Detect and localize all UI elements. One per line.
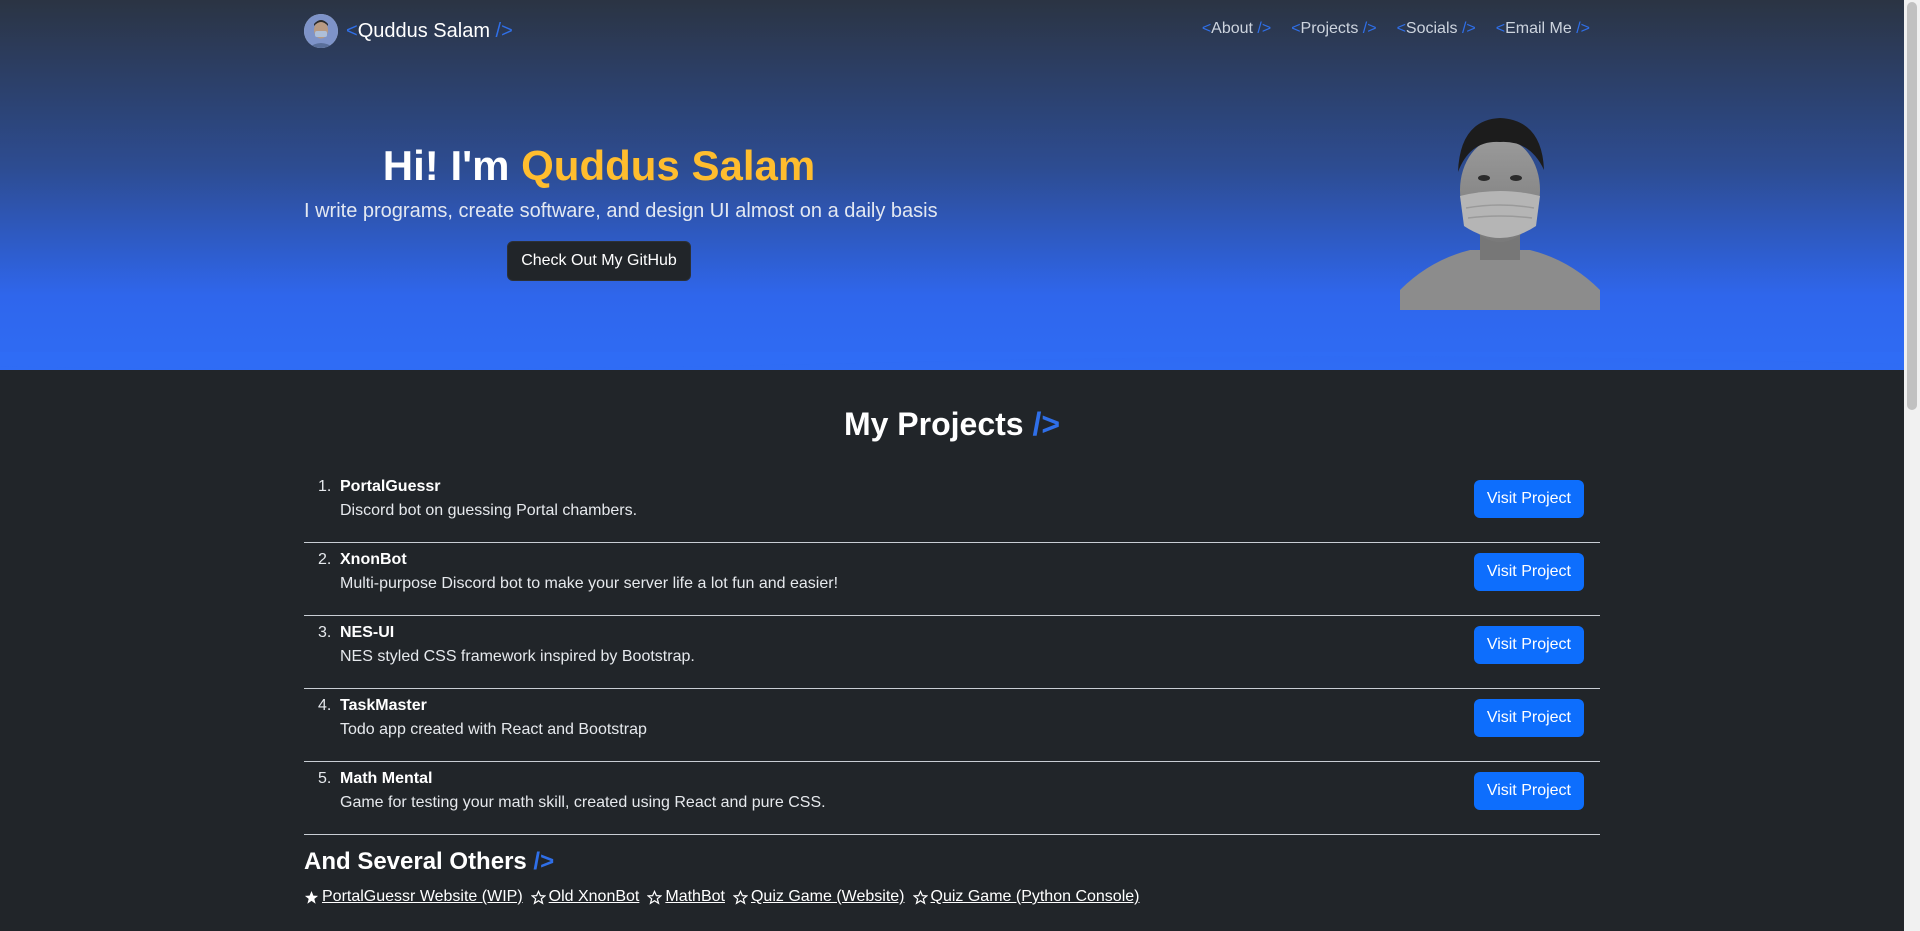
project-row: 1. PortalGuessr Discord bot on guessing … (304, 470, 1600, 543)
profile-photo (1400, 118, 1600, 310)
nav-links: <About /> <Projects /> <Socials /> <Emai… (1182, 20, 1590, 38)
star-outline-icon (530, 889, 546, 905)
hero-wave-divider (0, 352, 1904, 370)
project-number: 5. (318, 770, 332, 787)
visit-project-button[interactable]: Visit Project (1473, 699, 1584, 737)
brand-open-bracket: < (346, 19, 358, 42)
github-button[interactable]: Check Out My GitHub (507, 241, 691, 281)
project-number: 3. (318, 624, 332, 641)
hero-name: Quddus Salam (521, 142, 816, 189)
other-link-mathbot[interactable]: MathBot (647, 888, 725, 906)
hero-title: Hi! I'm Quddus Salam (382, 142, 816, 189)
project-description: NES styled CSS framework inspired by Boo… (340, 648, 695, 665)
brand-name: Quddus Salam (357, 19, 490, 42)
project-row: 5. Math Mental Game for testing your mat… (304, 762, 1600, 835)
hero-intro: Hi! I'm Quddus Salam I write programs, c… (304, 138, 938, 281)
others-links: PortalGuessr Website (WIP) Old XnonBot M… (304, 888, 1147, 906)
project-row: 3. NES-UI NES styled CSS framework inspi… (304, 616, 1600, 689)
project-name: Math Mental (340, 770, 433, 787)
scrollbar-thumb[interactable] (1907, 2, 1917, 410)
visit-project-button[interactable]: Visit Project (1473, 480, 1584, 518)
nav-link-projects[interactable]: <Projects /> (1291, 20, 1376, 38)
projects-list: 1. PortalGuessr Discord bot on guessing … (304, 470, 1600, 835)
star-outline-icon (647, 889, 663, 905)
nav-link-about[interactable]: <About /> (1202, 20, 1271, 38)
project-number: 1. (318, 478, 332, 495)
other-link-portalguessr-website[interactable]: PortalGuessr Website (WIP) (304, 888, 523, 906)
visit-project-button[interactable]: Visit Project (1473, 626, 1584, 664)
project-name: PortalGuessr (340, 478, 441, 495)
project-number: 4. (318, 697, 332, 714)
project-name: TaskMaster (340, 697, 427, 714)
star-filled-icon (304, 890, 319, 904)
project-row: 2. XnonBot Multi-purpose Discord bot to … (304, 543, 1600, 616)
project-description: Todo app created with React and Bootstra… (340, 721, 647, 738)
brand-text: <Quddus Salam /> (346, 20, 513, 43)
brand-close-bracket: /> (495, 19, 513, 42)
project-number: 2. (318, 551, 332, 568)
nav-link-socials[interactable]: <Socials /> (1397, 20, 1476, 38)
project-name: NES-UI (340, 624, 395, 641)
projects-title: My Projects /> (843, 406, 1061, 442)
project-name: XnonBot (340, 551, 407, 568)
hero-subtitle: I write programs, create software, and d… (304, 200, 938, 222)
other-link-old-xnonbot[interactable]: Old XnonBot (530, 888, 639, 906)
star-outline-icon (732, 889, 748, 905)
hero-section: <Quddus Salam /> <About /> <Projects /> … (0, 0, 1904, 370)
visit-project-button[interactable]: Visit Project (1473, 553, 1584, 591)
visit-project-button[interactable]: Visit Project (1473, 772, 1584, 810)
project-description: Discord bot on guessing Portal chambers. (340, 502, 638, 519)
nav-brand[interactable]: <Quddus Salam /> (304, 14, 513, 48)
other-link-quiz-game-python[interactable]: Quiz Game (Python Console) (912, 888, 1139, 906)
project-description: Game for testing your math skill, create… (340, 794, 826, 811)
page-scrollbar[interactable] (1904, 0, 1920, 931)
others-title: And Several Others /> (304, 848, 555, 875)
avatar (304, 14, 338, 48)
project-row: 4. TaskMaster Todo app created with Reac… (304, 689, 1600, 762)
other-link-quiz-game-website[interactable]: Quiz Game (Website) (732, 888, 905, 906)
star-outline-icon (912, 889, 928, 905)
project-description: Multi-purpose Discord bot to make your s… (340, 575, 839, 592)
nav-link-email[interactable]: <Email Me /> (1496, 20, 1590, 38)
